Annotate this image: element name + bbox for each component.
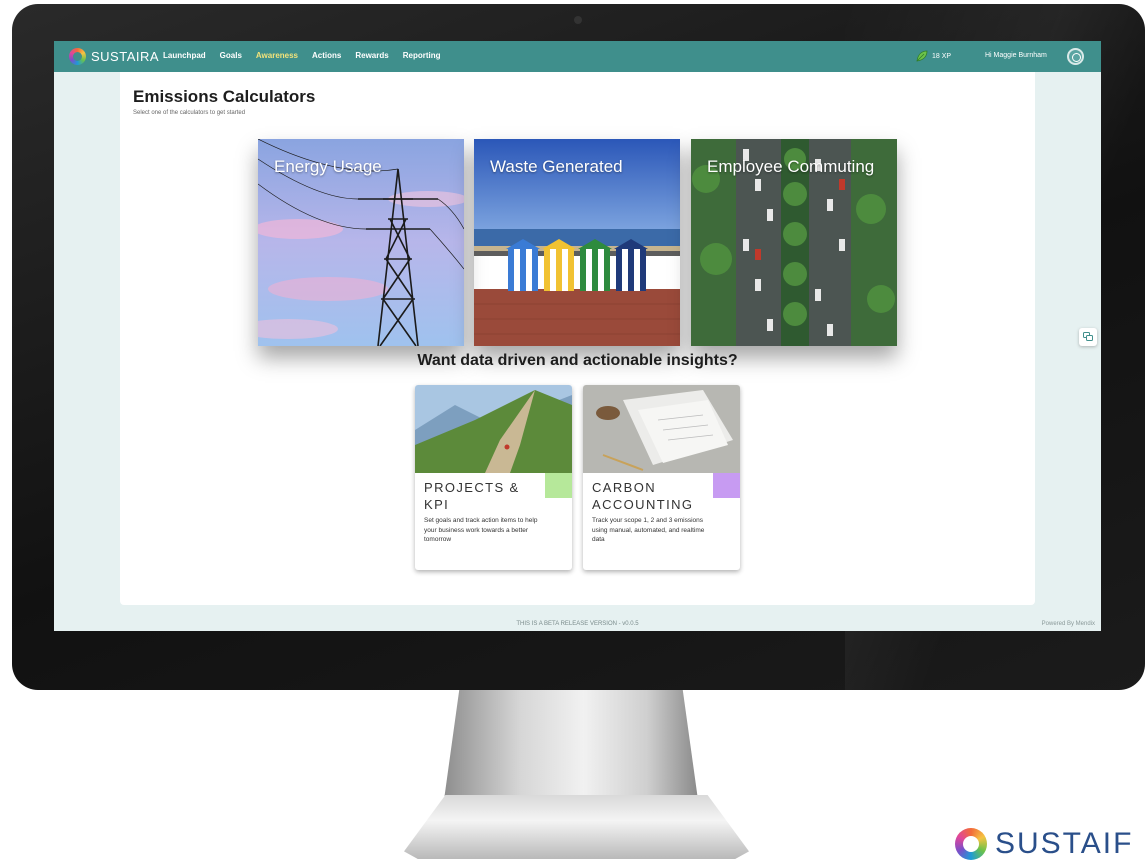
avatar[interactable]: [1067, 48, 1084, 65]
xp-counter[interactable]: 18 XP: [916, 50, 951, 62]
top-nav-bar: SUSTAIRA Launchpad Goals Awareness Actio…: [54, 41, 1101, 72]
xp-value: 18 XP: [932, 52, 952, 60]
monitor-mockup: SUSTAIRA Launchpad Goals Awareness Actio…: [0, 0, 1145, 862]
page-title: Emissions Calculators: [133, 87, 316, 106]
chat-button[interactable]: [1079, 328, 1097, 346]
logo-text: SUSTAIRA: [91, 49, 160, 64]
card-title: PROJECTS & KPI: [424, 480, 520, 512]
main-nav: Launchpad Goals Awareness Actions Reward…: [163, 51, 441, 60]
card-title: CARBON ACCOUNTING: [592, 480, 694, 512]
app-screen: SUSTAIRA Launchpad Goals Awareness Actio…: [54, 41, 1101, 631]
calculator-card-energy[interactable]: Energy Usage: [258, 139, 464, 346]
calculator-label-energy: Energy Usage: [274, 157, 382, 176]
card-carbon-accounting[interactable]: CARBON ACCOUNTING Track your scope 1, 2 …: [583, 385, 740, 570]
calculator-label-waste: Waste Generated: [490, 157, 623, 176]
monitor-stand-base: [404, 795, 749, 859]
nav-goals[interactable]: Goals: [220, 51, 242, 60]
brand-watermark: SUSTAIF: [955, 827, 1133, 861]
camera: [574, 16, 582, 24]
brand-logo-icon: [955, 828, 987, 860]
card-description: Track your scope 1, 2 and 3 emissions us…: [592, 517, 705, 543]
calculator-card-commuting[interactable]: Employee Commuting: [691, 139, 897, 346]
beta-notice: THIS IS A BETA RELEASE VERSION - v0.0.5: [516, 621, 639, 627]
card-accent-swatch: [713, 473, 740, 498]
nav-actions[interactable]: Actions: [312, 51, 341, 60]
user-greeting[interactable]: Hi Maggie Burnham: [985, 52, 1047, 59]
page-subtitle: Select one of the calculators to get sta…: [133, 110, 246, 116]
calculator-label-commuting: Employee Commuting: [707, 157, 875, 176]
nav-rewards[interactable]: Rewards: [355, 51, 388, 60]
logo-icon: [69, 48, 86, 65]
powered-by[interactable]: Powered By Mendix: [1042, 621, 1095, 627]
chat-icon: [1083, 332, 1093, 341]
app-logo[interactable]: SUSTAIRA: [69, 48, 159, 65]
documents-image: [583, 385, 740, 473]
mountain-image: [415, 385, 572, 473]
calculator-card-waste[interactable]: Waste Generated: [474, 139, 680, 346]
card-accent-swatch: [545, 473, 572, 498]
nav-awareness[interactable]: Awareness: [256, 51, 298, 60]
monitor-stand-neck: [444, 690, 698, 800]
main-content: Emissions Calculators Select one of the …: [120, 72, 1035, 605]
brand-text: SUSTAIF: [995, 827, 1134, 860]
card-projects-kpi[interactable]: PROJECTS & KPI Set goals and track actio…: [415, 385, 572, 570]
insights-heading: Want data driven and actionable insights…: [417, 352, 738, 369]
nav-reporting[interactable]: Reporting: [403, 51, 441, 60]
leaf-icon: [916, 50, 928, 62]
nav-launchpad[interactable]: Launchpad: [163, 51, 206, 60]
card-description: Set goals and track action items to help…: [424, 517, 538, 543]
